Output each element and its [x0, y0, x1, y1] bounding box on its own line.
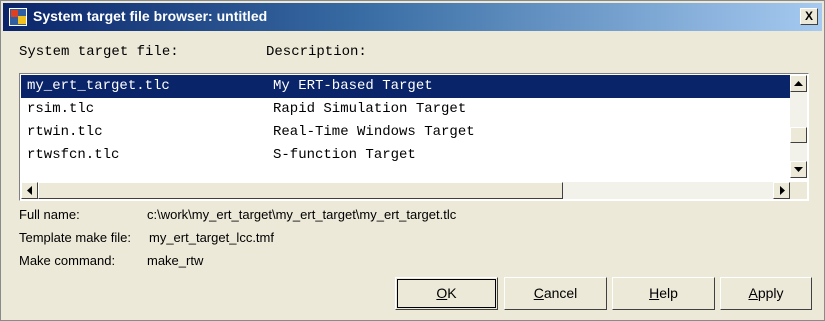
close-icon: X	[804, 9, 813, 23]
arrow-right-icon	[779, 186, 785, 195]
app-icon-yellow-square	[18, 16, 26, 24]
target-description: S-function Target	[273, 147, 416, 163]
arrow-up-icon	[794, 81, 803, 86]
target-file-name: rtwsfcn.tlc	[27, 147, 120, 163]
help-mnemonic: H	[649, 285, 660, 301]
column-header-description: Description:	[266, 44, 367, 60]
title-bar[interactable]: System target file browser: untitled X	[3, 3, 822, 31]
cancel-label-rest: ancel	[543, 285, 578, 301]
vertical-scroll-thumb[interactable]	[790, 127, 807, 143]
vertical-scrollbar[interactable]	[790, 75, 807, 178]
horizontal-scrollbar[interactable]	[21, 182, 790, 199]
arrow-down-icon	[794, 167, 803, 172]
scroll-down-button[interactable]	[790, 161, 807, 178]
target-file-list[interactable]: my_ert_target.tlc My ERT-based Target rs…	[19, 73, 809, 201]
target-description: Real-Time Windows Target	[273, 124, 475, 140]
cancel-button[interactable]: Cancel	[504, 277, 607, 310]
target-row-rtwin[interactable]: rtwin.tlc Real-Time Windows Target	[21, 121, 790, 144]
target-description: Rapid Simulation Target	[273, 101, 467, 117]
scroll-up-button[interactable]	[790, 75, 807, 92]
horizontal-scroll-thumb[interactable]	[38, 182, 563, 199]
apply-label-rest: pply	[757, 285, 784, 301]
apply-button[interactable]: Apply	[720, 277, 812, 310]
full-name-label: Full name:	[19, 207, 80, 222]
target-row-rsim[interactable]: rsim.tlc Rapid Simulation Target	[21, 98, 790, 121]
app-icon-red-square	[11, 10, 18, 17]
template-make-file-value: my_ert_target_lcc.tmf	[149, 230, 274, 245]
target-rows: my_ert_target.tlc My ERT-based Target rs…	[21, 75, 790, 167]
make-command-value: make_rtw	[147, 253, 204, 268]
scrollbar-corner	[790, 182, 807, 199]
help-label-rest: elp	[659, 285, 678, 301]
apply-mnemonic: A	[748, 285, 758, 301]
help-button[interactable]: Help	[612, 277, 715, 310]
scroll-right-button[interactable]	[773, 182, 790, 199]
make-command-label: Make command:	[19, 253, 116, 268]
ok-label-rest: K	[447, 285, 457, 301]
target-row-rtwsfcn[interactable]: rtwsfcn.tlc S-function Target	[21, 144, 790, 167]
ok-mnemonic: O	[436, 285, 448, 301]
full-name-value: c:\work\my_ert_target\my_ert_target\my_e…	[147, 207, 457, 222]
close-button[interactable]: X	[800, 8, 818, 25]
template-make-file-label: Template make file:	[19, 230, 131, 245]
target-row-my-ert[interactable]: my_ert_target.tlc My ERT-based Target	[21, 75, 790, 98]
target-browser-dialog: System target file browser: untitled X S…	[0, 0, 825, 321]
target-description: My ERT-based Target	[273, 78, 433, 94]
column-header-file: System target file:	[19, 44, 179, 60]
scroll-left-button[interactable]	[21, 182, 38, 199]
window-title: System target file browser: untitled	[33, 8, 268, 24]
target-file-name: my_ert_target.tlc	[27, 78, 170, 94]
target-file-name: rsim.tlc	[27, 101, 95, 117]
ok-button[interactable]: OK	[395, 277, 498, 310]
arrow-left-icon	[26, 186, 32, 195]
target-file-name: rtwin.tlc	[27, 124, 103, 140]
cancel-mnemonic: C	[533, 285, 544, 301]
simulink-app-icon	[9, 8, 27, 26]
